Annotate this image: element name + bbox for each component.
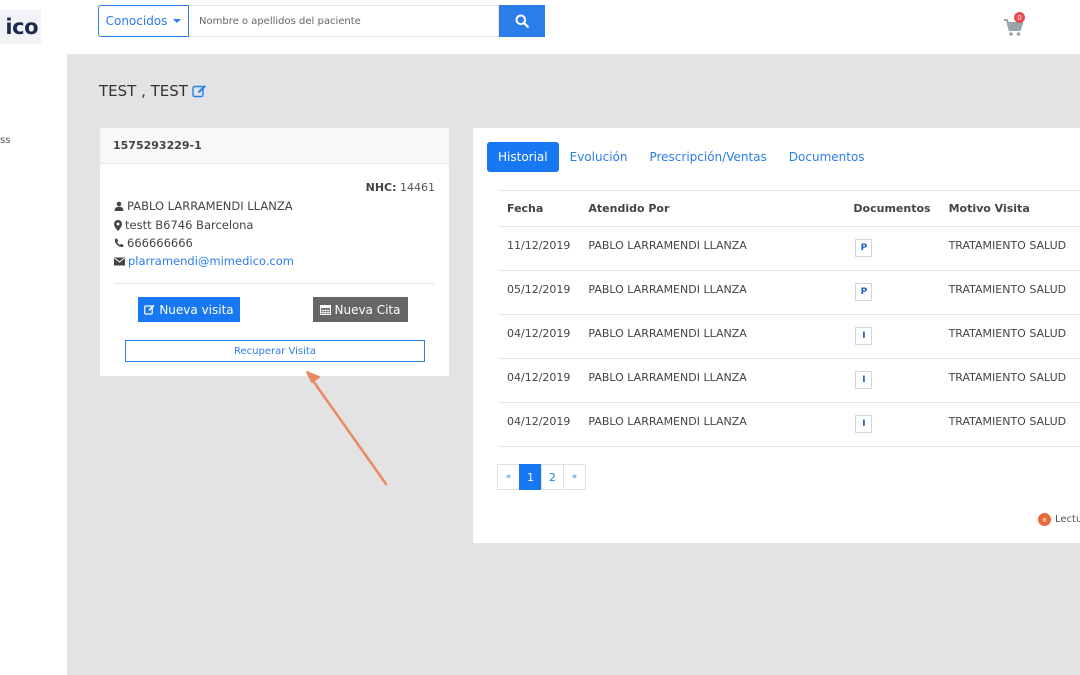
address-line: testt B6746 Barcelona [114,218,253,232]
new-appointment-label: Nueva Cita [334,302,401,317]
phone-icon [115,238,124,248]
column-header-atendido-por[interactable]: Atendido Por [579,190,845,227]
visit-date: 11/12/2019 [498,226,580,271]
attended-by: PABLO LARRAMENDI LLANZA [579,314,845,359]
app-logo[interactable]: ico [0,10,41,44]
documents-cell: P [844,226,940,271]
pagination-prev[interactable]: « [497,464,520,490]
sidebar: ss [0,54,67,675]
new-appointment-button[interactable]: Nueva Cita [313,297,408,322]
table-header-row: Fecha Atendido Por Documentos Motivo Vis… [498,190,1080,227]
map-marker-icon [114,219,122,231]
table-row[interactable]: 05/12/2019 PABLO LARRAMENDI LLANZA P TRA… [498,270,1080,315]
envelope-icon [114,257,125,265]
legend-badge: x [1038,513,1051,526]
new-visit-button[interactable]: Nueva visita [138,297,240,322]
recover-visit-button[interactable]: Recuperar Visita [125,340,425,362]
visit-date: 04/12/2019 [498,402,580,447]
annotation-arrow [306,371,388,486]
history-panel: Historial Evolución Prescripción/Ventas … [473,128,1080,543]
visit-date: 05/12/2019 [498,270,580,315]
patient-name: TEST , TEST [99,82,188,100]
tab-prescripcion-ventas[interactable]: Prescripción/Ventas [638,142,777,172]
table-row[interactable]: 04/12/2019 PABLO LARRAMENDI LLANZA I TRA… [498,358,1080,403]
doctor-name: PABLO LARRAMENDI LLANZA [127,199,293,213]
calendar-icon [320,305,332,315]
email-link[interactable]: plarramendi@mimedico.com [128,254,294,268]
recover-visit-label: Recuperar Visita [234,345,316,357]
visit-reason: TRATAMIENTO SALUD [939,358,1080,403]
legend: x Lectu [1038,513,1080,526]
patient-card: 1575293229-1 NHC: 14461 PABLO LARRAMENDI… [100,128,449,376]
column-header-documentos[interactable]: Documentos [844,190,940,227]
search-input[interactable] [189,5,499,37]
phone: 666666666 [127,236,193,250]
pagination: « 1 2 » [497,464,586,490]
column-header-motivo-visita[interactable]: Motivo Visita [939,190,1080,227]
patient-search: Conocidos [98,5,545,37]
table-row[interactable]: 04/12/2019 PABLO LARRAMENDI LLANZA I TRA… [498,402,1080,447]
patient-card-header: 1575293229-1 [100,128,449,164]
user-md-icon [114,201,124,211]
history-table: Fecha Atendido Por Documentos Motivo Vis… [498,190,1080,447]
pagination-next[interactable]: » [563,464,586,490]
visit-date: 04/12/2019 [498,314,580,359]
phone-line: 666666666 [114,236,193,250]
column-header-fecha[interactable]: Fecha [498,190,580,227]
nhc-info: NHC: 14461 [366,181,435,194]
edit-icon [144,304,155,315]
new-visit-label: Nueva visita [159,302,234,317]
visit-reason: TRATAMIENTO SALUD [939,226,1080,271]
patient-id: 1575293229-1 [113,139,202,152]
table-row[interactable]: 04/12/2019 PABLO LARRAMENDI LLANZA I TRA… [498,314,1080,359]
search-button[interactable] [499,5,545,37]
tab-bar: Historial Evolución Prescripción/Ventas … [487,142,876,172]
documents-cell: I [844,402,940,447]
page-title: TEST , TEST [99,82,207,100]
visit-date: 04/12/2019 [498,358,580,403]
attended-by: PABLO LARRAMENDI LLANZA [579,358,845,403]
attended-by: PABLO LARRAMENDI LLANZA [579,270,845,315]
divider [114,283,434,284]
search-filter-label: Conocidos [105,14,168,28]
document-badge[interactable]: I [855,371,873,389]
pagination-page-1[interactable]: 1 [519,464,542,490]
email-line: plarramendi@mimedico.com [114,254,294,268]
search-filter-dropdown[interactable]: Conocidos [98,5,189,37]
search-icon [515,14,529,28]
doctor-line: PABLO LARRAMENDI LLANZA [114,199,293,213]
attended-by: PABLO LARRAMENDI LLANZA [579,402,845,447]
documents-cell: I [844,314,940,359]
address: testt B6746 Barcelona [125,218,254,232]
document-badge[interactable]: P [855,239,873,257]
nhc-value: 14461 [400,181,435,194]
logo-text: ico [5,15,38,39]
document-badge[interactable]: I [855,327,873,345]
visit-reason: TRATAMIENTO SALUD [939,402,1080,447]
caret-down-icon [173,19,182,23]
document-badge[interactable]: I [855,415,873,433]
pagination-page-2[interactable]: 2 [541,464,564,490]
sidebar-item-label[interactable]: ss [0,135,10,146]
nhc-label: NHC: [365,181,397,194]
visit-reason: TRATAMIENTO SALUD [939,314,1080,359]
documents-cell: P [844,270,940,315]
tab-documentos[interactable]: Documentos [778,142,876,172]
tab-evolucion[interactable]: Evolución [559,142,639,172]
document-badge[interactable]: P [855,283,873,301]
tab-historial[interactable]: Historial [487,142,559,172]
legend-label: Lectu [1055,514,1080,525]
documents-cell: I [844,358,940,403]
cart-count-badge: 0 [1014,12,1025,23]
visit-reason: TRATAMIENTO SALUD [939,270,1080,315]
top-bar: ico Conocidos 0 [0,0,1080,54]
table-row[interactable]: 11/12/2019 PABLO LARRAMENDI LLANZA P TRA… [498,226,1080,271]
edit-icon[interactable] [192,84,207,98]
attended-by: PABLO LARRAMENDI LLANZA [579,226,845,271]
